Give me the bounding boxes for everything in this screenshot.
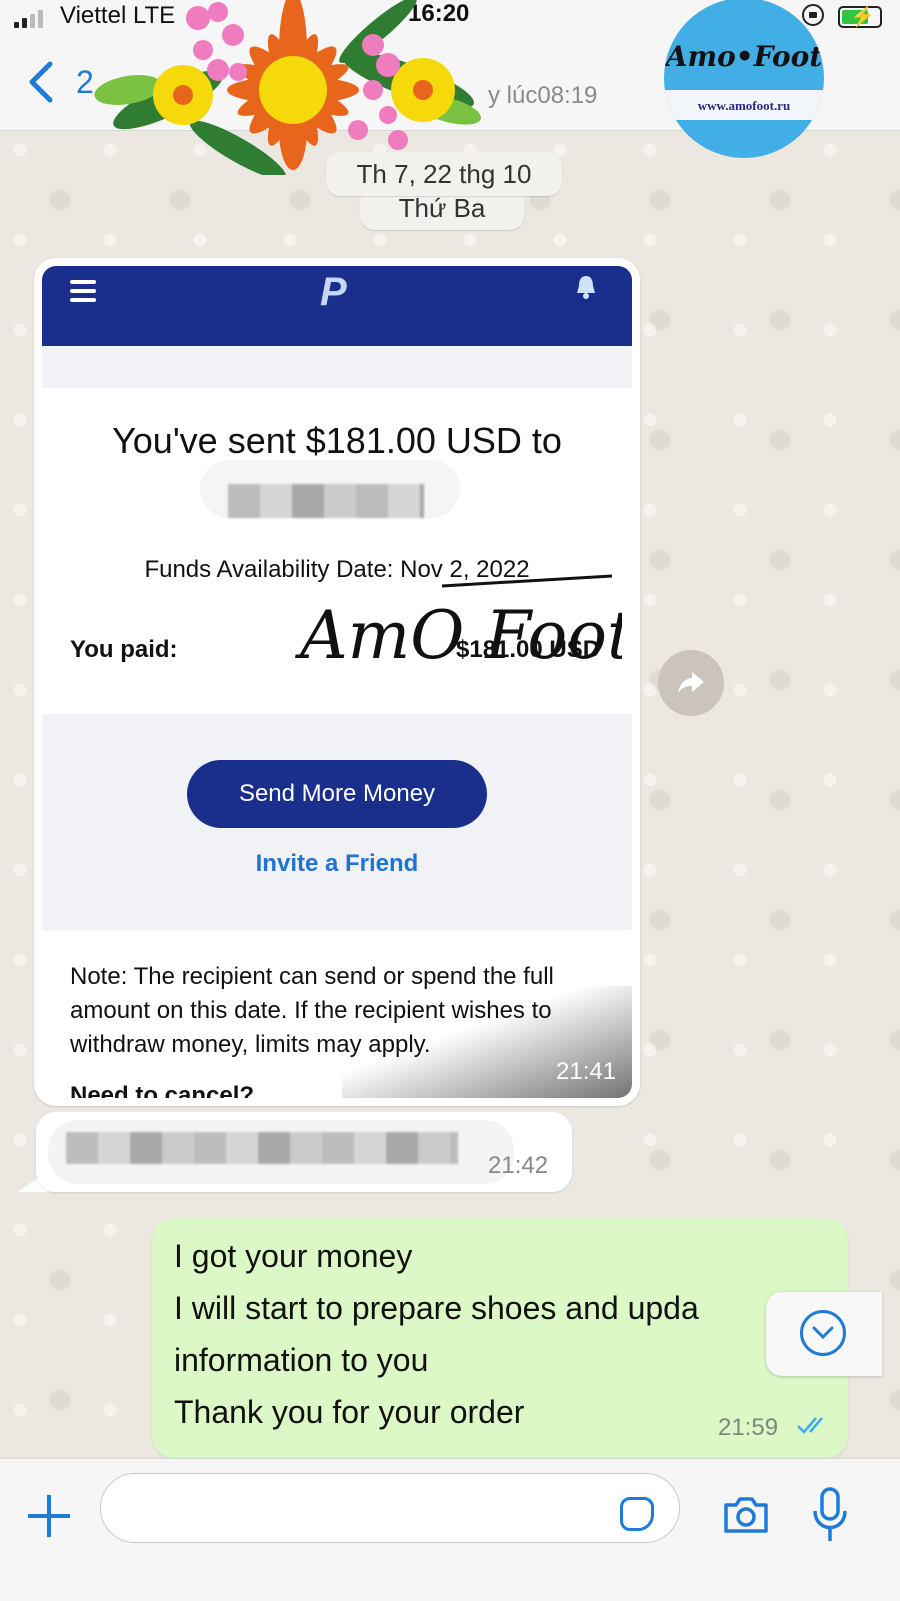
cancel-heading: Need to cancel? xyxy=(70,1082,255,1098)
rotation-lock-icon xyxy=(802,4,824,26)
payment-title: You've sent $181.00 USD to xyxy=(112,420,562,461)
blurred-text xyxy=(66,1132,458,1164)
read-ticks-icon xyxy=(797,1417,823,1434)
plus-icon[interactable] xyxy=(26,1493,72,1539)
message-composer xyxy=(0,1458,900,1601)
message-time: 21:42 xyxy=(488,1152,549,1179)
sticker-icon[interactable] xyxy=(620,1497,654,1531)
paypal-screenshot: P You've sent $181.00 USD to Funds Avail… xyxy=(42,266,632,1098)
message-line: I got your money xyxy=(174,1238,413,1274)
signal-icon xyxy=(14,10,43,28)
svg-text:AmO Foot: AmO Foot xyxy=(294,597,622,674)
message-line: information to you xyxy=(174,1342,429,1378)
paid-label: You paid: xyxy=(70,636,178,663)
image-message[interactable]: P You've sent $181.00 USD to Funds Avail… xyxy=(34,258,640,1106)
forward-icon xyxy=(678,672,704,694)
bell-icon xyxy=(577,276,595,299)
day-chip: Thứ Ba xyxy=(360,190,524,230)
message-time: 21:41 xyxy=(556,1058,617,1085)
back-button[interactable]: 2 xyxy=(26,56,94,106)
message-line: I will start to prepare shoes and upda xyxy=(174,1290,699,1326)
flower-sticker xyxy=(94,0,481,175)
message-line: Thank you for your order xyxy=(174,1394,525,1430)
date-chip: Th 7, 22 thg 10 xyxy=(326,152,562,196)
signature-watermark: AmO Foot xyxy=(294,574,622,674)
message-input[interactable] xyxy=(100,1473,680,1543)
paypal-logo: P xyxy=(320,270,347,314)
microphone-icon[interactable] xyxy=(812,1487,848,1543)
back-chevron-icon xyxy=(29,61,53,103)
amofoot-logo: Amo•Foot www.amofoot.ru xyxy=(664,0,824,158)
battery-icon: ⚡ xyxy=(838,6,882,28)
outgoing-message[interactable]: I got your money I will start to prepare… xyxy=(152,1218,848,1458)
forward-button[interactable] xyxy=(658,650,724,716)
paypal-topbar: P xyxy=(42,266,632,346)
scroll-to-bottom-button[interactable] xyxy=(766,1292,882,1376)
incoming-message[interactable]: 21:42 xyxy=(36,1112,572,1192)
invite-friend-link: Invite a Friend xyxy=(255,850,419,877)
blurred-recipient xyxy=(228,484,424,518)
menu-icon xyxy=(70,280,96,307)
message-time: 21:59 xyxy=(718,1414,779,1441)
scroll-down-icon xyxy=(812,1326,834,1340)
camera-icon[interactable] xyxy=(722,1495,770,1535)
send-more-money-button: Send More Money xyxy=(187,760,487,828)
